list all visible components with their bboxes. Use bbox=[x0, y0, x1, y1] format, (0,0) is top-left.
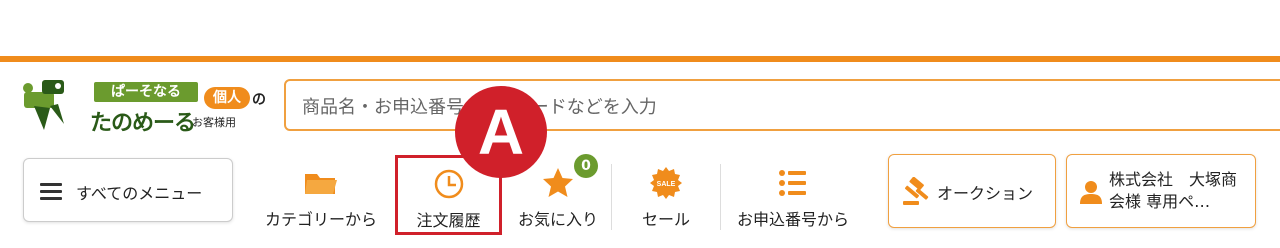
site-logo[interactable]: ぱーそなる たのめーる 個人 の お客様用 bbox=[20, 78, 266, 138]
user-icon bbox=[1080, 181, 1102, 204]
account-button[interactable]: 株式会社 大塚商会様 専用ペ… bbox=[1066, 154, 1256, 228]
personal-badge: 個人 bbox=[204, 87, 250, 109]
account-label: 株式会社 大塚商会様 専用ペ… bbox=[1109, 170, 1238, 211]
brand-main-label: たのめーる bbox=[90, 111, 196, 136]
nav-favorites-label: お気に入り bbox=[517, 210, 598, 229]
logo-sub-label: お客様用 bbox=[192, 116, 236, 129]
search-input[interactable] bbox=[300, 93, 1244, 121]
search-box[interactable] bbox=[284, 79, 1280, 131]
nav-order-history-label: 注文履歴 bbox=[416, 211, 481, 230]
nav-sale-label: セール bbox=[641, 210, 690, 229]
nav-order-number-label: お申込番号から bbox=[736, 210, 849, 229]
all-menu-label: すべてのメニュー bbox=[76, 184, 203, 203]
nav-category[interactable]: カテゴリーから bbox=[258, 160, 384, 236]
clock-icon bbox=[434, 169, 463, 199]
mascot-logo-icon bbox=[23, 80, 64, 130]
all-menu-button[interactable]: すべてのメニュー bbox=[23, 158, 233, 222]
sale-badge-icon: SALE bbox=[650, 167, 682, 199]
star-icon bbox=[543, 168, 573, 197]
svg-text:SALE: SALE bbox=[657, 181, 676, 188]
auction-button[interactable]: オークション bbox=[888, 154, 1056, 228]
annotation-marker: A bbox=[455, 86, 547, 178]
logo-suffix: の bbox=[252, 92, 266, 108]
hamburger-icon bbox=[40, 183, 62, 201]
favorites-count-badge: 0 bbox=[574, 154, 598, 178]
nav-favorites[interactable]: 0 お気に入り bbox=[512, 154, 604, 236]
gavel-icon bbox=[903, 177, 929, 205]
nav-category-label: カテゴリーから bbox=[264, 210, 377, 229]
list-icon bbox=[779, 170, 806, 196]
brand-top-label: ぱーそなる bbox=[94, 82, 198, 102]
auction-label: オークション bbox=[937, 184, 1034, 203]
nav-divider bbox=[720, 164, 721, 230]
top-accent-bar bbox=[0, 56, 1280, 62]
nav-divider bbox=[611, 164, 612, 230]
nav-order-number[interactable]: お申込番号から bbox=[728, 160, 858, 236]
nav-sale[interactable]: SALE セール bbox=[622, 160, 710, 236]
folder-icon bbox=[305, 174, 337, 194]
